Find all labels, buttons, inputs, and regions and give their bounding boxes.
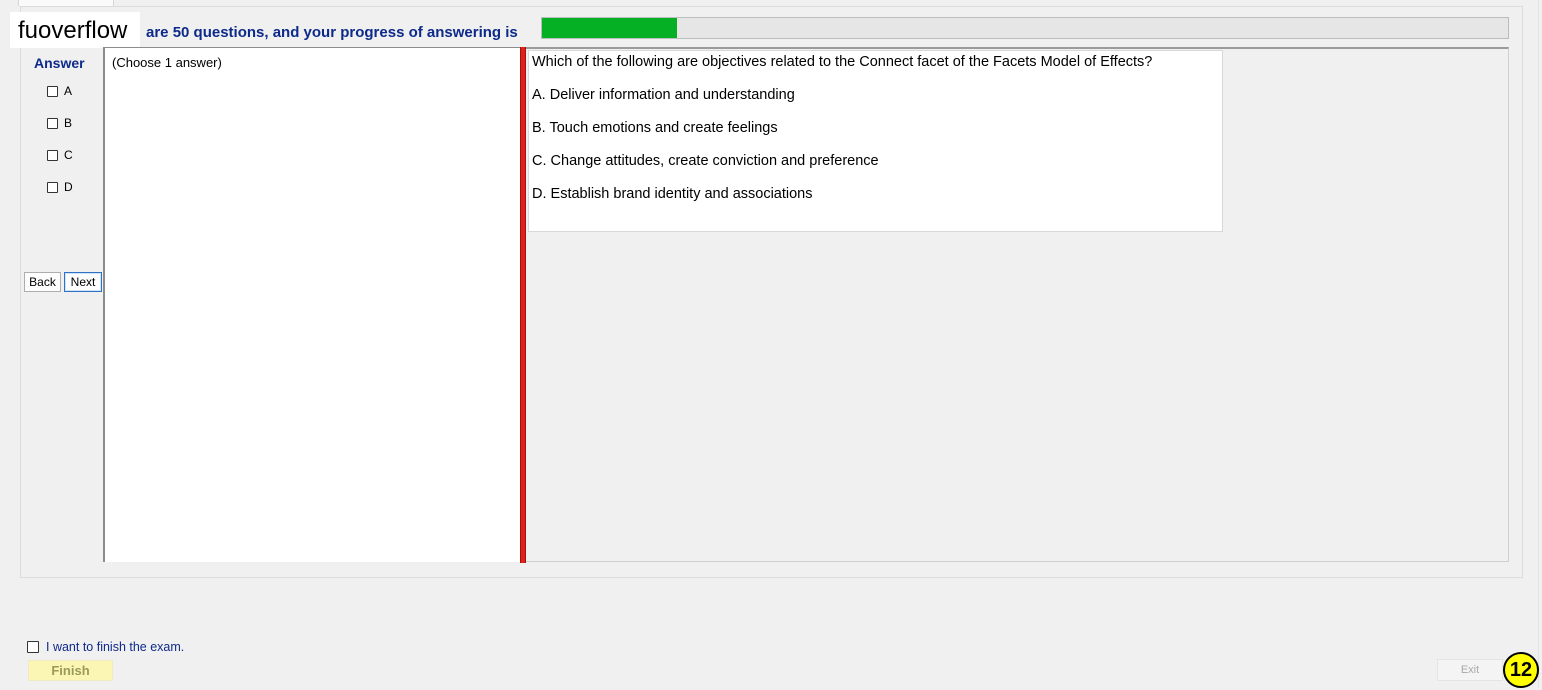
answer-option-b[interactable]: B (47, 116, 72, 130)
question-choice-c: C. Change attitudes, create conviction a… (532, 153, 879, 169)
finish-exam-label: I want to finish the exam. (46, 640, 185, 654)
checkbox-icon[interactable] (47, 85, 58, 97)
progress-bar (541, 17, 1509, 39)
question-choice-a: A. Deliver information and understanding (532, 87, 795, 103)
answer-option-c[interactable]: C (47, 148, 73, 162)
finish-exam-checkbox[interactable]: I want to finish the exam. (27, 640, 184, 654)
question-choice-d: D. Establish brand identity and associat… (532, 186, 813, 202)
page-number-badge: 12 (1503, 652, 1539, 688)
progress-bar-fill (542, 18, 678, 38)
checkbox-icon[interactable] (47, 181, 58, 193)
question-stem: Which of the following are objectives re… (532, 54, 1153, 70)
finish-button[interactable]: Finish (28, 660, 113, 681)
question-choice-b: B. Touch emotions and create feelings (532, 120, 778, 136)
answer-option-a[interactable]: A (47, 84, 72, 98)
question-area: Which of the following are objectives re… (526, 47, 1509, 562)
answer-option-label: A (64, 84, 73, 98)
exit-button[interactable]: Exit (1437, 659, 1503, 681)
checkbox-icon[interactable] (47, 149, 58, 161)
answer-option-label: D (64, 180, 73, 194)
answer-title: Answer (34, 55, 85, 71)
progress-label: are 50 questions, and your progress of a… (146, 24, 518, 41)
watermark: fuoverflow (10, 12, 140, 48)
checkbox-icon[interactable] (27, 641, 39, 653)
answer-option-d[interactable]: D (47, 180, 73, 194)
checkbox-icon[interactable] (47, 117, 58, 129)
note-box[interactable]: (Choose 1 answer) (103, 47, 521, 562)
next-button[interactable]: Next (64, 272, 102, 292)
question-box: Which of the following are objectives re… (528, 50, 1223, 232)
back-button[interactable]: Back (24, 272, 61, 292)
answer-option-label: C (64, 148, 73, 162)
choose-hint: (Choose 1 answer) (112, 55, 222, 70)
answer-option-label: B (64, 116, 73, 130)
